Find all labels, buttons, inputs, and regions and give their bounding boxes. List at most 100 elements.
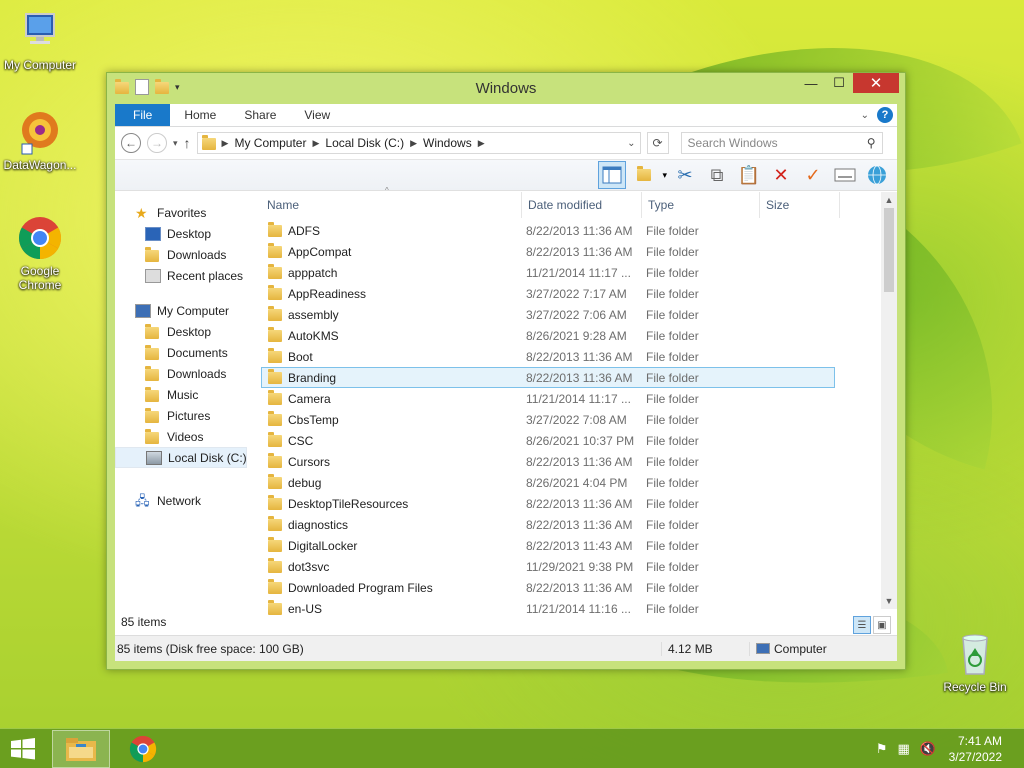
help-icon[interactable]: ? — [877, 107, 893, 123]
nav-label: Desktop — [167, 226, 212, 241]
properties-button[interactable]: ✓ — [799, 161, 827, 189]
file-row[interactable]: CbsTemp 3/27/2022 7:08 AM File folder — [261, 409, 835, 430]
tab-view[interactable]: View — [290, 104, 344, 126]
nav-item-local-disk[interactable]: Local Disk (C:) — [115, 447, 247, 468]
address-bar[interactable]: ▶ My Computer ▶ Local Disk (C:) ▶ Window… — [196, 132, 641, 154]
breadcrumb-local-disk[interactable]: Local Disk (C:) — [325, 136, 404, 150]
nav-item-pictures[interactable]: Pictures — [115, 405, 247, 426]
breadcrumb-my-computer[interactable]: My Computer — [234, 136, 306, 150]
nav-item-desktop[interactable]: Desktop — [115, 223, 247, 244]
column-header-size[interactable]: Size — [760, 192, 840, 218]
nav-item-recent-places[interactable]: Recent places — [115, 265, 247, 286]
up-button[interactable]: ↑ — [184, 135, 191, 151]
nav-item-downloads[interactable]: Downloads — [115, 363, 247, 384]
delete-button[interactable]: ✕ — [767, 161, 795, 189]
close-button[interactable]: ✕ — [853, 73, 899, 93]
desktop-icon-datawagon[interactable]: DataWagon... — [0, 108, 80, 172]
large-icons-view-icon[interactable]: ▣ — [873, 616, 891, 634]
status-location: Computer — [749, 641, 827, 656]
scroll-thumb[interactable] — [884, 208, 894, 292]
action-center-flag-icon[interactable]: ⚑ — [876, 741, 888, 757]
file-row[interactable]: Downloaded Program Files 8/22/2013 11:36 … — [261, 577, 835, 598]
file-name-cell: diagnostics — [262, 515, 520, 532]
windows-logo-icon[interactable] — [10, 738, 36, 760]
desktop-icon-my-computer[interactable]: My Computer — [0, 8, 80, 72]
file-row[interactable]: Branding 8/22/2013 11:36 AM File folder — [261, 367, 835, 388]
file-row[interactable]: DigitalLocker 8/22/2013 11:43 AM File fold… — [261, 535, 835, 556]
file-type: File folder — [646, 559, 699, 574]
minimize-button[interactable]: — — [797, 73, 825, 93]
search-input[interactable]: Search Windows ⚲ — [680, 132, 883, 154]
tab-home[interactable]: Home — [170, 104, 230, 126]
desktop-icon-recycle-bin[interactable]: Recycle Bin — [935, 630, 1015, 694]
file-row[interactable]: Cursors 8/22/2013 11:36 AM File folder — [261, 451, 835, 472]
rename-button[interactable] — [831, 161, 859, 189]
column-header-date[interactable]: Date modified — [522, 192, 642, 218]
nav-item-music[interactable]: Music — [115, 384, 247, 405]
chevron-right-icon[interactable]: ▶ — [222, 138, 229, 149]
chevron-down-icon[interactable]: ▾ — [662, 170, 667, 181]
column-header-name[interactable]: Name — [261, 192, 522, 218]
file-row[interactable]: ADFS 8/22/2013 11:36 AM File folder — [261, 220, 835, 241]
file-row[interactable]: CSC 8/26/2021 10:37 PM File folder — [261, 430, 835, 451]
file-name-cell: AppCompat — [262, 242, 520, 259]
file-type: File folder — [646, 328, 699, 343]
vertical-scrollbar[interactable]: ▲ ▼ — [881, 192, 897, 609]
scroll-down-icon[interactable]: ▼ — [881, 593, 897, 609]
chevron-down-icon[interactable]: ⌄ — [627, 138, 635, 149]
select-folder-button[interactable] — [630, 161, 658, 189]
globe-button[interactable] — [863, 161, 891, 189]
volume-muted-icon[interactable]: 🔇 — [920, 741, 936, 757]
taskbar-chrome[interactable] — [114, 730, 172, 768]
nav-item-videos[interactable]: Videos — [115, 426, 247, 447]
cut-button[interactable]: ✂ — [671, 161, 699, 189]
file-row[interactable]: diagnostics 8/22/2013 11:36 AM File folder — [261, 514, 835, 535]
clock[interactable]: 7:41 AM 3/27/2022 — [949, 733, 1002, 765]
file-row[interactable]: DesktopTileResources 8/22/2013 11:36 AM Fi… — [261, 493, 835, 514]
tab-share[interactable]: Share — [230, 104, 290, 126]
file-date: 8/26/2021 9:28 AM — [526, 328, 627, 343]
expand-ribbon-icon[interactable]: ⌄ — [861, 110, 869, 121]
file-row[interactable]: Boot 8/22/2013 11:36 AM File folder — [261, 346, 835, 367]
back-button[interactable]: ← — [121, 133, 141, 153]
file-row[interactable]: AppReadiness 3/27/2022 7:17 AM File folder — [261, 283, 835, 304]
forward-button[interactable]: → — [147, 133, 167, 153]
nav-network[interactable]: 🖧 Network — [115, 490, 247, 511]
column-header-type[interactable]: Type — [642, 192, 760, 218]
scroll-up-icon[interactable]: ▲ — [881, 192, 897, 208]
file-row[interactable]: AppCompat 8/22/2013 11:36 AM File folder — [261, 241, 835, 262]
nav-favorites[interactable]: ★ Favorites — [115, 202, 247, 223]
desktop-icon-chrome[interactable]: Google Chrome — [0, 214, 80, 292]
nav-label: Local Disk (C:) — [168, 450, 247, 465]
nav-item-desktop[interactable]: Desktop — [115, 321, 247, 342]
datawagon-icon — [16, 108, 64, 156]
breadcrumb-windows[interactable]: Windows — [423, 136, 472, 150]
title-bar[interactable]: ▾ Windows — ☐ ✕ — [107, 73, 905, 103]
tab-file[interactable]: File — [115, 104, 171, 126]
maximize-button[interactable]: ☐ — [825, 73, 853, 93]
file-row[interactable]: debug 8/26/2021 4:04 PM File folder — [261, 472, 835, 493]
file-row[interactable]: assembly 3/27/2022 7:06 AM File folder — [261, 304, 835, 325]
chevron-right-icon[interactable]: ▶ — [312, 138, 319, 149]
taskbar-file-explorer[interactable] — [52, 730, 110, 768]
nav-item-documents[interactable]: Documents — [115, 342, 247, 363]
details-view-icon[interactable]: ☰ — [853, 616, 871, 634]
file-date: 3/27/2022 7:08 AM — [526, 412, 627, 427]
network-tray-icon[interactable]: ▦ — [898, 741, 910, 757]
file-row[interactable]: Camera 11/21/2014 11:17 ... File folder — [261, 388, 835, 409]
file-explorer-icon — [66, 738, 96, 761]
recent-locations-icon[interactable]: ▾ — [173, 138, 178, 149]
file-row[interactable]: dot3svc 11/29/2021 9:38 PM File folder — [261, 556, 835, 577]
file-name: ADFS — [288, 223, 321, 238]
paste-button[interactable]: 📋 — [735, 161, 763, 189]
status-location-label: Computer — [774, 641, 827, 656]
copy-button[interactable]: ⧉ — [703, 161, 731, 189]
refresh-button[interactable]: ⟳ — [646, 132, 669, 154]
nav-item-downloads[interactable]: Downloads — [115, 244, 247, 265]
chevron-right-icon[interactable]: ▶ — [478, 138, 485, 149]
file-row[interactable]: AutoKMS 8/26/2021 9:28 AM File folder — [261, 325, 835, 346]
nav-my-computer[interactable]: My Computer — [115, 300, 247, 321]
file-row[interactable]: apppatch 11/21/2014 11:17 ... File folder — [261, 262, 835, 283]
chevron-right-icon[interactable]: ▶ — [410, 138, 417, 149]
preview-pane-button[interactable] — [598, 161, 627, 189]
